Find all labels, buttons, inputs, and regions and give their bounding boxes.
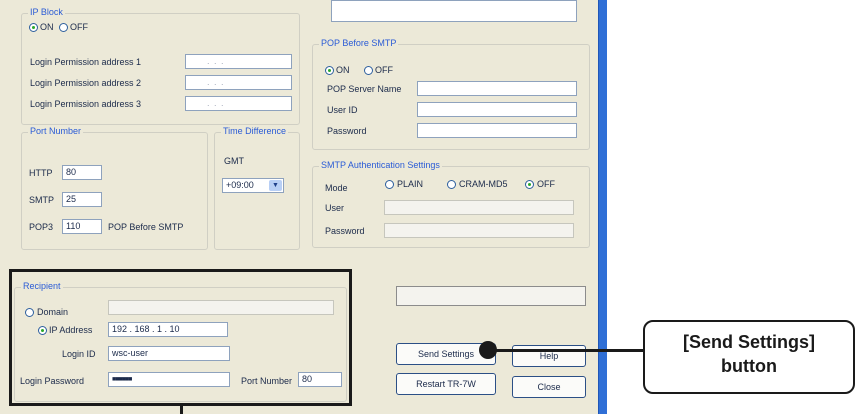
port-number-title: Port Number — [28, 126, 84, 136]
ip-block-title: IP Block — [28, 7, 65, 17]
callout-connector-line — [495, 349, 645, 352]
smtp-auth-user-field[interactable] — [384, 200, 574, 215]
recipient-highlight-frame — [9, 269, 352, 406]
smtp-auth-off-radio[interactable] — [525, 180, 534, 189]
pop-before-smtp-title: POP Before SMTP — [319, 38, 399, 48]
callout-line-2: button — [721, 356, 777, 376]
chevron-down-icon[interactable]: ▼ — [269, 180, 282, 191]
pop-password-label: Password — [327, 126, 367, 136]
login-permission-address-2-label: Login Permission address 2 — [30, 78, 142, 88]
http-port-field[interactable]: 80 — [62, 165, 102, 180]
smtp-auth-plain-label: PLAIN — [397, 179, 424, 189]
http-label: HTTP — [29, 168, 53, 178]
pop-before-smtp-off-radio[interactable] — [364, 66, 373, 75]
smtp-auth-crammd5-label: CRAM-MD5 — [459, 179, 508, 189]
pop-before-smtp-on-radio[interactable] — [325, 66, 334, 75]
gmt-label: GMT — [224, 156, 244, 166]
top-right-text-area[interactable] — [331, 0, 577, 22]
restart-button[interactable]: Restart TR-7W — [396, 373, 496, 395]
ip-dots: . . . — [207, 77, 225, 87]
pop-user-id-field[interactable] — [417, 102, 577, 117]
login-permission-address-1-label: Login Permission address 1 — [30, 57, 142, 67]
smtp-auth-user-label: User — [325, 203, 345, 213]
ip-block-off-radio[interactable] — [59, 23, 68, 32]
smtp-auth-password-label: Password — [325, 226, 365, 236]
send-settings-callout: [Send Settings] button — [643, 320, 855, 394]
smtp-auth-mode-label: Mode — [325, 183, 348, 193]
gmt-select-value: +09:00 — [226, 180, 254, 190]
smtp-port-field[interactable]: 25 — [62, 192, 102, 207]
status-box — [396, 286, 586, 306]
highlight-pointer-line — [180, 404, 183, 414]
ip-block-on-radio[interactable] — [29, 23, 38, 32]
ip-block-on-label: ON — [40, 22, 54, 32]
smtp-label: SMTP — [29, 195, 55, 205]
pop-before-smtp-on-label: ON — [336, 65, 350, 75]
smtp-auth-off-label: OFF — [537, 179, 555, 189]
ip-dots: . . . — [207, 56, 225, 66]
pop3-note-label: POP Before SMTP — [108, 222, 184, 232]
pop-server-name-field[interactable] — [417, 81, 577, 96]
login-permission-address-3-field[interactable]: . . . — [185, 96, 292, 111]
pop-password-field[interactable] — [417, 123, 577, 138]
pop-before-smtp-off-label: OFF — [375, 65, 393, 75]
smtp-auth-password-field[interactable] — [384, 223, 574, 238]
pop-server-name-label: POP Server Name — [327, 84, 402, 94]
smtp-auth-plain-radio[interactable] — [385, 180, 394, 189]
ip-dots: . . . — [207, 98, 225, 108]
login-permission-address-3-label: Login Permission address 3 — [30, 99, 142, 109]
pop3-port-field[interactable]: 110 — [62, 219, 102, 234]
close-button[interactable]: Close — [512, 376, 586, 398]
login-permission-address-1-field[interactable]: . . . — [185, 54, 292, 69]
login-permission-address-2-field[interactable]: . . . — [185, 75, 292, 90]
smtp-auth-crammd5-radio[interactable] — [447, 180, 456, 189]
pop-user-id-label: User ID — [327, 105, 358, 115]
time-difference-title: Time Difference — [221, 126, 289, 136]
gmt-select[interactable]: +09:00 ▼ — [222, 178, 284, 193]
ip-block-off-label: OFF — [70, 22, 88, 32]
smtp-auth-title: SMTP Authentication Settings — [319, 160, 442, 170]
port-number-group: Port Number — [21, 126, 208, 250]
callout-line-1: [Send Settings] — [682, 332, 815, 352]
pop3-label: POP3 — [29, 222, 54, 232]
